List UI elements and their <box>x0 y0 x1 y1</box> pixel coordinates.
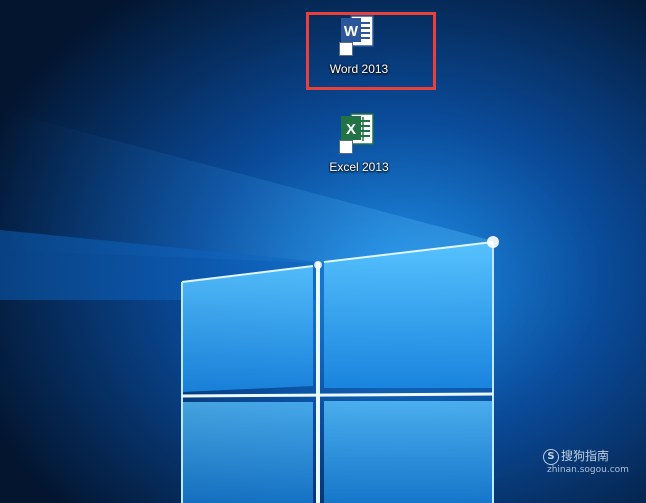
watermark-site: zhinan.sogou.com <box>547 464 629 475</box>
desktop[interactable]: W Word 2013 X Excel 2013 S 搜狗指南 zhinan.s… <box>0 0 646 503</box>
desktop-icon-excel[interactable]: X Excel 2013 <box>314 112 404 174</box>
watermark-brand: 搜狗指南 <box>561 449 610 463</box>
highlight-box <box>306 12 436 90</box>
sogou-logo-icon: S <box>543 448 559 465</box>
excel-icon-label: Excel 2013 <box>329 160 389 174</box>
excel-letter: X <box>346 121 356 138</box>
excel-icon: X <box>335 112 383 156</box>
watermark: S 搜狗指南 zhinan.sogou.com <box>543 447 629 475</box>
shortcut-arrow-icon <box>339 140 353 154</box>
